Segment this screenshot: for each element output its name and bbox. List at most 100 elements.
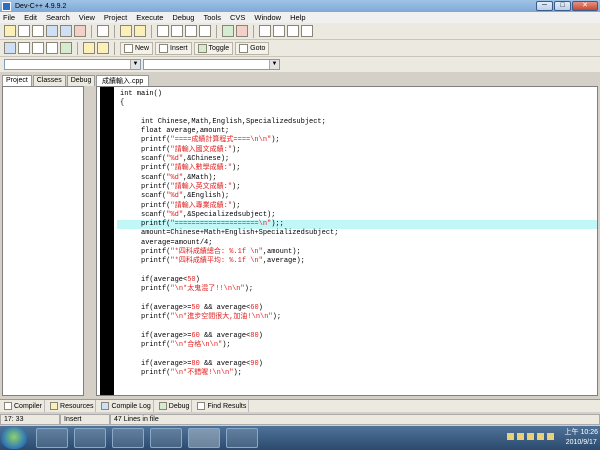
code-line[interactable]: scanf("%d",&Chinese); (117, 155, 597, 164)
tray-icon[interactable] (507, 433, 514, 440)
tab-debug-output[interactable]: Debug (157, 400, 193, 412)
tray-icon[interactable] (537, 433, 544, 440)
close-file-icon[interactable] (74, 25, 86, 37)
undo-icon[interactable] (120, 25, 132, 37)
taskbar-devcpp-icon[interactable] (188, 428, 220, 448)
code-line[interactable] (117, 350, 597, 359)
code-area[interactable]: int main(){ int Chinese,Math,English,Spe… (117, 90, 597, 378)
code-line[interactable] (117, 295, 597, 304)
tab-resources[interactable]: Resources (48, 400, 97, 412)
tab-compiler[interactable]: Compiler (2, 400, 46, 412)
rebuild-icon[interactable] (32, 42, 44, 54)
code-line[interactable]: { (117, 99, 597, 108)
compile-grid-icon[interactable] (4, 42, 16, 54)
taskbar-window-icon[interactable] (226, 428, 258, 448)
code-line[interactable]: if(average>=80 && average<90) (117, 360, 597, 369)
class-selector[interactable]: ▼ (4, 59, 141, 70)
add-to-project-icon[interactable] (222, 25, 234, 37)
forward-icon[interactable] (273, 25, 285, 37)
code-line[interactable]: printf("\n*進步空間很大,加油!\n\n"); (117, 313, 597, 322)
tab-compile-log[interactable]: Compile Log (99, 400, 154, 412)
insert-button[interactable]: Insert (155, 41, 192, 55)
menu-debug[interactable]: Debug (172, 13, 194, 22)
menu-file[interactable]: File (3, 13, 15, 22)
tray-icon[interactable] (517, 433, 524, 440)
save-icon[interactable] (46, 25, 58, 37)
maximize-button[interactable]: □ (554, 1, 571, 11)
tab-project[interactable]: Project (2, 75, 32, 86)
start-button[interactable] (1, 427, 27, 449)
menu-edit[interactable]: Edit (24, 13, 37, 22)
menu-cvs[interactable]: CVS (230, 13, 245, 22)
taskbar-media-icon[interactable] (150, 428, 182, 448)
chevron-down-icon[interactable]: ▼ (130, 60, 140, 69)
replace-icon[interactable] (171, 25, 183, 37)
menu-help[interactable]: Help (290, 13, 305, 22)
print-icon[interactable] (97, 25, 109, 37)
toggle-bookmark-button[interactable]: Toggle (193, 41, 234, 55)
minimize-button[interactable]: ─ (536, 1, 553, 11)
save-all-icon[interactable] (60, 25, 72, 37)
taskbar-ie-icon[interactable] (36, 428, 68, 448)
code-line[interactable]: printf("====================\n");; (117, 220, 597, 230)
debug-window-icon[interactable] (46, 42, 58, 54)
tray-icon[interactable] (527, 433, 534, 440)
compile-icon[interactable] (287, 25, 299, 37)
help-icon[interactable] (83, 42, 95, 54)
code-line[interactable] (117, 322, 597, 331)
code-line[interactable]: printf("\n*不錯喔!\n\n"); (117, 369, 597, 378)
code-line[interactable]: printf("請輸入國文成績:"); (117, 146, 597, 155)
code-line[interactable]: printf("\n*合格\n\n"); (117, 341, 597, 350)
code-line[interactable]: scanf("%d",&Math); (117, 174, 597, 183)
window-icon[interactable] (18, 42, 30, 54)
code-line[interactable]: printf("*四科成績總合: %.1f \n",amount); (117, 248, 597, 257)
code-line[interactable]: printf("請輸入英文成績:"); (117, 183, 597, 192)
menu-view[interactable]: View (79, 13, 95, 22)
new-button[interactable]: New (120, 41, 154, 55)
chevron-down-icon[interactable]: ▼ (269, 60, 279, 69)
taskbar-explorer-icon[interactable] (74, 428, 106, 448)
code-line[interactable] (117, 267, 597, 276)
code-editor[interactable]: int main(){ int Chinese,Math,English,Spe… (96, 86, 598, 396)
code-line[interactable]: printf("*四科成績平均: %.1f \n",average); (117, 257, 597, 266)
menu-project[interactable]: Project (104, 13, 127, 22)
goto-bookmark-button[interactable]: Goto (235, 41, 270, 55)
redo-icon[interactable] (134, 25, 146, 37)
code-line[interactable]: if(average>=50 && average<60) (117, 304, 597, 313)
code-line[interactable]: int main() (117, 90, 597, 99)
code-line[interactable]: int Chinese,Math,English,Specializedsubj… (117, 118, 597, 127)
taskbar-app-icon[interactable] (112, 428, 144, 448)
back-icon[interactable] (259, 25, 271, 37)
code-line[interactable]: if(average<50) (117, 276, 597, 285)
code-line[interactable]: if(average>=60 && average<80) (117, 332, 597, 341)
editor-file-tab[interactable]: 成績輸入.cpp (96, 75, 150, 86)
code-line[interactable]: amount=Chinese+Math+English+Specializeds… (117, 229, 597, 238)
menu-search[interactable]: Search (46, 13, 70, 22)
tray-icon[interactable] (547, 433, 554, 440)
code-line[interactable]: average=amount/4; (117, 239, 597, 248)
tab-find-results[interactable]: Find Results (195, 400, 250, 412)
code-line[interactable]: printf("\n*太鬼混了!!\n\n"); (117, 285, 597, 294)
menu-execute[interactable]: Execute (136, 13, 163, 22)
find-icon[interactable] (157, 25, 169, 37)
code-line[interactable]: printf("====成績計算程式====\n\n"); (117, 136, 597, 145)
find-next-icon[interactable] (185, 25, 197, 37)
run-icon[interactable] (301, 25, 313, 37)
remove-from-project-icon[interactable] (236, 25, 248, 37)
editor-gutter[interactable] (100, 87, 114, 395)
open-file-icon[interactable] (32, 25, 44, 37)
tab-classes[interactable]: Classes (32, 75, 66, 86)
function-selector[interactable]: ▼ (143, 59, 280, 70)
code-line[interactable] (117, 109, 597, 118)
code-line[interactable]: scanf("%d",&English); (117, 192, 597, 201)
tab-debug[interactable]: Debug (66, 75, 96, 86)
close-button[interactable]: ✕ (572, 1, 598, 11)
code-line[interactable]: printf("請輸入數學成績:"); (117, 164, 597, 173)
goto-line-icon[interactable] (199, 25, 211, 37)
code-line[interactable]: printf("請輸入專業成績:"); (117, 202, 597, 211)
menu-window[interactable]: Window (254, 13, 281, 22)
new-file-icon[interactable] (18, 25, 30, 37)
check-icon[interactable] (60, 42, 72, 54)
menu-tools[interactable]: Tools (203, 13, 221, 22)
code-line[interactable]: scanf("%d",&Specializedsubject); (117, 211, 597, 220)
